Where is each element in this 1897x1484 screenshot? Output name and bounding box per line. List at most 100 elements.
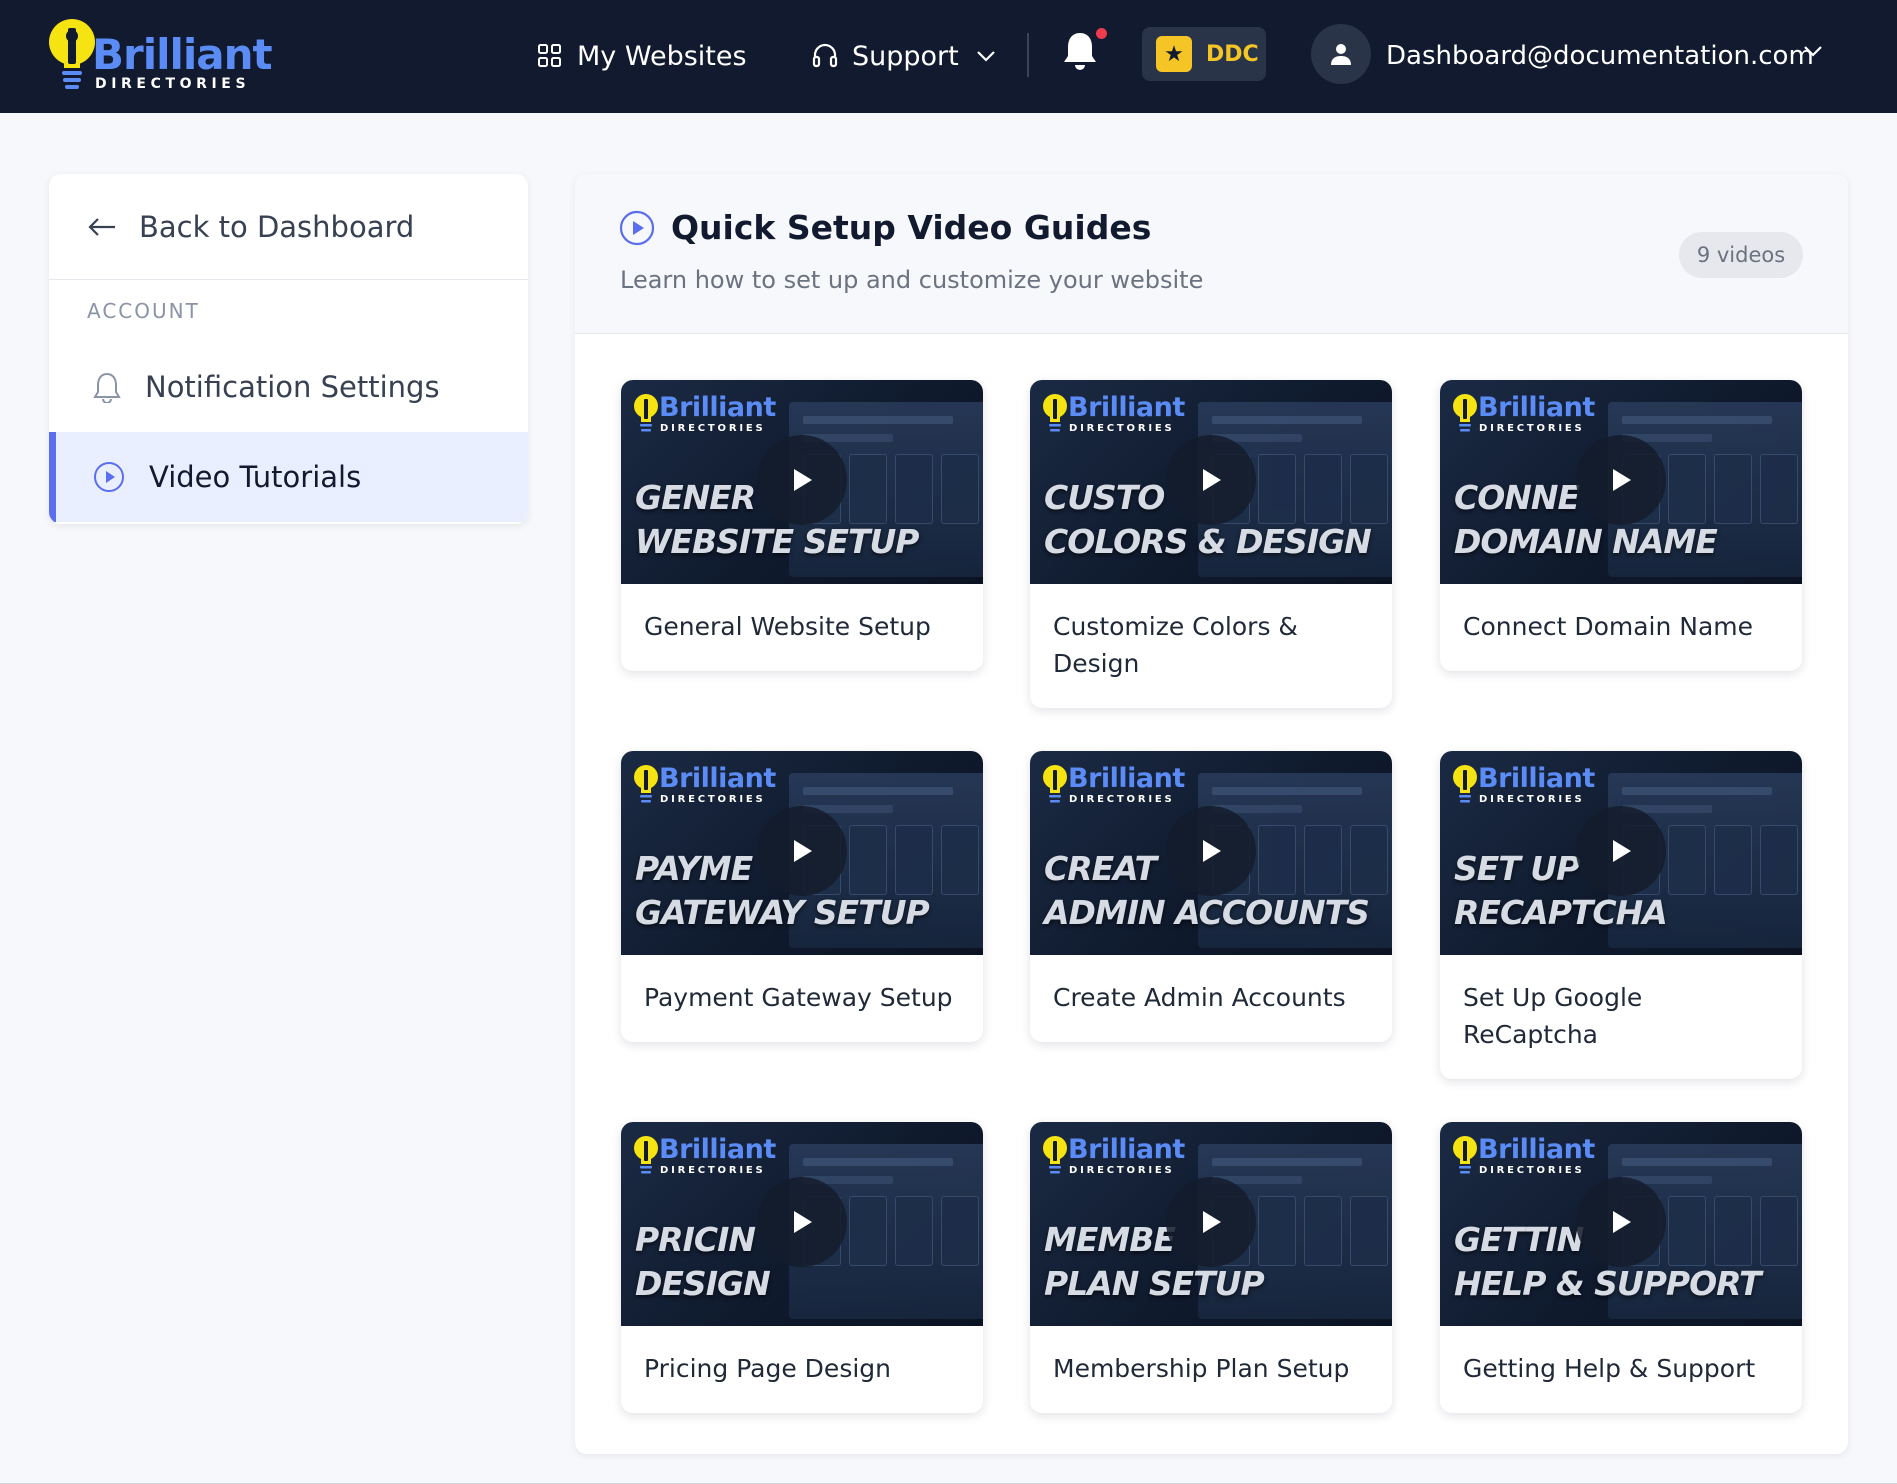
play-button[interactable] [1166,806,1256,896]
video-title[interactable]: Set Up Google ReCaptcha [1440,955,1802,1079]
video-card[interactable]: Brilliant DIRECTORIES GETTIN HELP & SUPPOR… [1440,1122,1802,1413]
logo-subtitle: DIRECTORIES [660,794,766,805]
play-button[interactable] [757,806,847,896]
play-icon [1613,840,1631,862]
panel-title: Quick Setup Video Guides [619,208,1151,247]
logo-wordmark: Brilliant [1068,392,1185,423]
video-thumbnail[interactable]: Brilliant DIRECTORIES MEMBE PLAN SETUP [1030,1122,1392,1326]
video-card[interactable]: Brilliant DIRECTORIES PRICIN DESIGN Pricing… [621,1122,983,1413]
notification-indicator-dot [1096,28,1107,39]
video-title[interactable]: Customize Colors & Design [1030,584,1392,708]
brilliant-directories-logo: Brilliant DIRECTORIES [1042,1134,1192,1182]
play-button[interactable] [1576,806,1666,896]
panel-title-text: Quick Setup Video Guides [671,208,1152,247]
back-to-dashboard-label: Back to Dashboard [139,209,415,244]
lightbulb-icon [1453,1136,1477,1174]
video-title[interactable]: Payment Gateway Setup [621,955,983,1042]
sidebar-item-notification-settings[interactable]: Notification Settings [49,342,528,432]
brilliant-directories-logo[interactable]: Brilliant DIRECTORIES [48,16,273,96]
video-title[interactable]: Connect Domain Name [1440,584,1802,671]
sidebar-section-label: ACCOUNT [87,299,200,323]
support-label: Support [852,40,959,72]
my-websites-link[interactable]: My Websites [537,36,747,76]
arrow-left-icon [88,217,115,236]
sidebar: Back to Dashboard ACCOUNT Notification S… [49,174,528,524]
bell-icon [1064,33,1096,70]
video-thumbnail[interactable]: Brilliant DIRECTORIES CUSTO COLORS & DESIG… [1030,380,1392,584]
play-button[interactable] [1576,435,1666,525]
logo-wordmark: Brilliant [1068,763,1185,794]
video-title[interactable]: Getting Help & Support [1440,1326,1802,1413]
video-card[interactable]: Brilliant DIRECTORIES CONNE DOMAIN NAME Con… [1440,380,1802,671]
headset-icon [812,43,838,68]
lightbulb-icon [634,1136,658,1174]
brilliant-directories-logo: Brilliant DIRECTORIES [1042,763,1192,811]
user-email[interactable]: Dashboard@documentation.com [1386,36,1814,76]
video-thumbnail[interactable]: Brilliant DIRECTORIES GETTIN HELP & SUPPOR… [1440,1122,1802,1326]
lightbulb-icon [1453,765,1477,803]
notifications-button[interactable] [1062,30,1102,78]
my-websites-label: My Websites [577,40,747,72]
video-thumbnail[interactable]: Brilliant DIRECTORIES SET UP RECAPTCHA [1440,751,1802,955]
video-title[interactable]: Create Admin Accounts [1030,955,1392,1042]
video-card[interactable]: Brilliant DIRECTORIES PAYME GATEWAY SETUP P… [621,751,983,1042]
panel-header: Quick Setup Video Guides Learn how to se… [575,174,1848,334]
lightbulb-icon [634,394,658,432]
video-card[interactable]: Brilliant DIRECTORIES CUSTO COLORS & DESIG… [1030,380,1392,708]
nav-divider [1027,33,1029,77]
lightbulb-icon [1453,394,1477,432]
logo-subtitle: DIRECTORIES [660,1165,766,1176]
play-button[interactable] [757,1177,847,1267]
video-guides-panel: Quick Setup Video Guides Learn how to se… [575,174,1848,1454]
brilliant-directories-logo: Brilliant DIRECTORIES [1452,1134,1602,1182]
play-icon [1613,469,1631,491]
support-menu[interactable]: Support [812,36,997,76]
brilliant-directories-logo: Brilliant DIRECTORIES [633,1134,783,1182]
video-thumbnail[interactable]: Brilliant DIRECTORIES PRICIN DESIGN [621,1122,983,1326]
plan-badge-button[interactable]: ★ DDC [1142,27,1266,81]
play-circle-icon [619,210,655,245]
play-button[interactable] [1166,435,1256,525]
logo-wordmark: Brilliant [1478,1134,1595,1165]
logo-subtitle: DIRECTORIES [660,423,766,434]
play-button[interactable] [1166,1177,1256,1267]
video-thumbnail[interactable]: Brilliant DIRECTORIES CREAT ADMIN ACCOUNTS [1030,751,1392,955]
logo-subtitle: DIRECTORIES [1479,423,1585,434]
play-icon [794,469,812,491]
play-circle-icon [94,462,124,492]
video-thumbnail[interactable]: Brilliant DIRECTORIES PAYME GATEWAY SETUP [621,751,983,955]
chevron-down-icon [976,51,995,62]
play-button[interactable] [1576,1177,1666,1267]
lightbulb-icon [634,765,658,803]
star-icon: ★ [1156,36,1192,72]
video-card[interactable]: Brilliant DIRECTORIES GENER WEBSITE SETUP G… [621,380,983,671]
video-thumbnail[interactable]: Brilliant DIRECTORIES GENER WEBSITE SETUP [621,380,983,584]
video-title[interactable]: Pricing Page Design [621,1326,983,1413]
lightbulb-icon [1043,765,1067,803]
video-title[interactable]: Membership Plan Setup [1030,1326,1392,1413]
chevron-down-icon[interactable] [1802,44,1824,58]
video-title[interactable]: General Website Setup [621,584,983,671]
video-card[interactable]: Brilliant DIRECTORIES MEMBE PLAN SETUP Memb… [1030,1122,1392,1413]
video-card[interactable]: Brilliant DIRECTORIES CREAT ADMIN ACCOUNTS… [1030,751,1392,1042]
sidebar-item-video-tutorials[interactable]: Video Tutorials [49,432,528,522]
logo-wordmark: Brilliant [659,1134,776,1165]
bell-icon [93,372,121,403]
grid-icon [538,44,561,67]
lightbulb-icon [1043,394,1067,432]
back-to-dashboard-link[interactable]: Back to Dashboard [49,174,528,280]
user-avatar[interactable] [1311,24,1371,84]
top-navigation-bar: Brilliant DIRECTORIES My Websites Suppor… [0,0,1897,113]
panel-subtitle: Learn how to set up and customize your w… [620,266,1204,294]
logo-subtitle: DIRECTORIES [1479,1165,1585,1176]
plan-badge-label: DDC [1206,41,1259,67]
video-count-badge: 9 videos [1679,232,1803,278]
logo-wordmark: Brilliant [92,30,273,79]
sidebar-item-label: Notification Settings [145,370,440,404]
video-thumbnail[interactable]: Brilliant DIRECTORIES CONNE DOMAIN NAME [1440,380,1802,584]
logo-subtitle: DIRECTORIES [1069,423,1175,434]
brilliant-directories-logo: Brilliant DIRECTORIES [1452,392,1602,440]
video-card[interactable]: Brilliant DIRECTORIES SET UP RECAPTCHA Set … [1440,751,1802,1079]
logo-wordmark: Brilliant [1478,763,1595,794]
play-button[interactable] [757,435,847,525]
